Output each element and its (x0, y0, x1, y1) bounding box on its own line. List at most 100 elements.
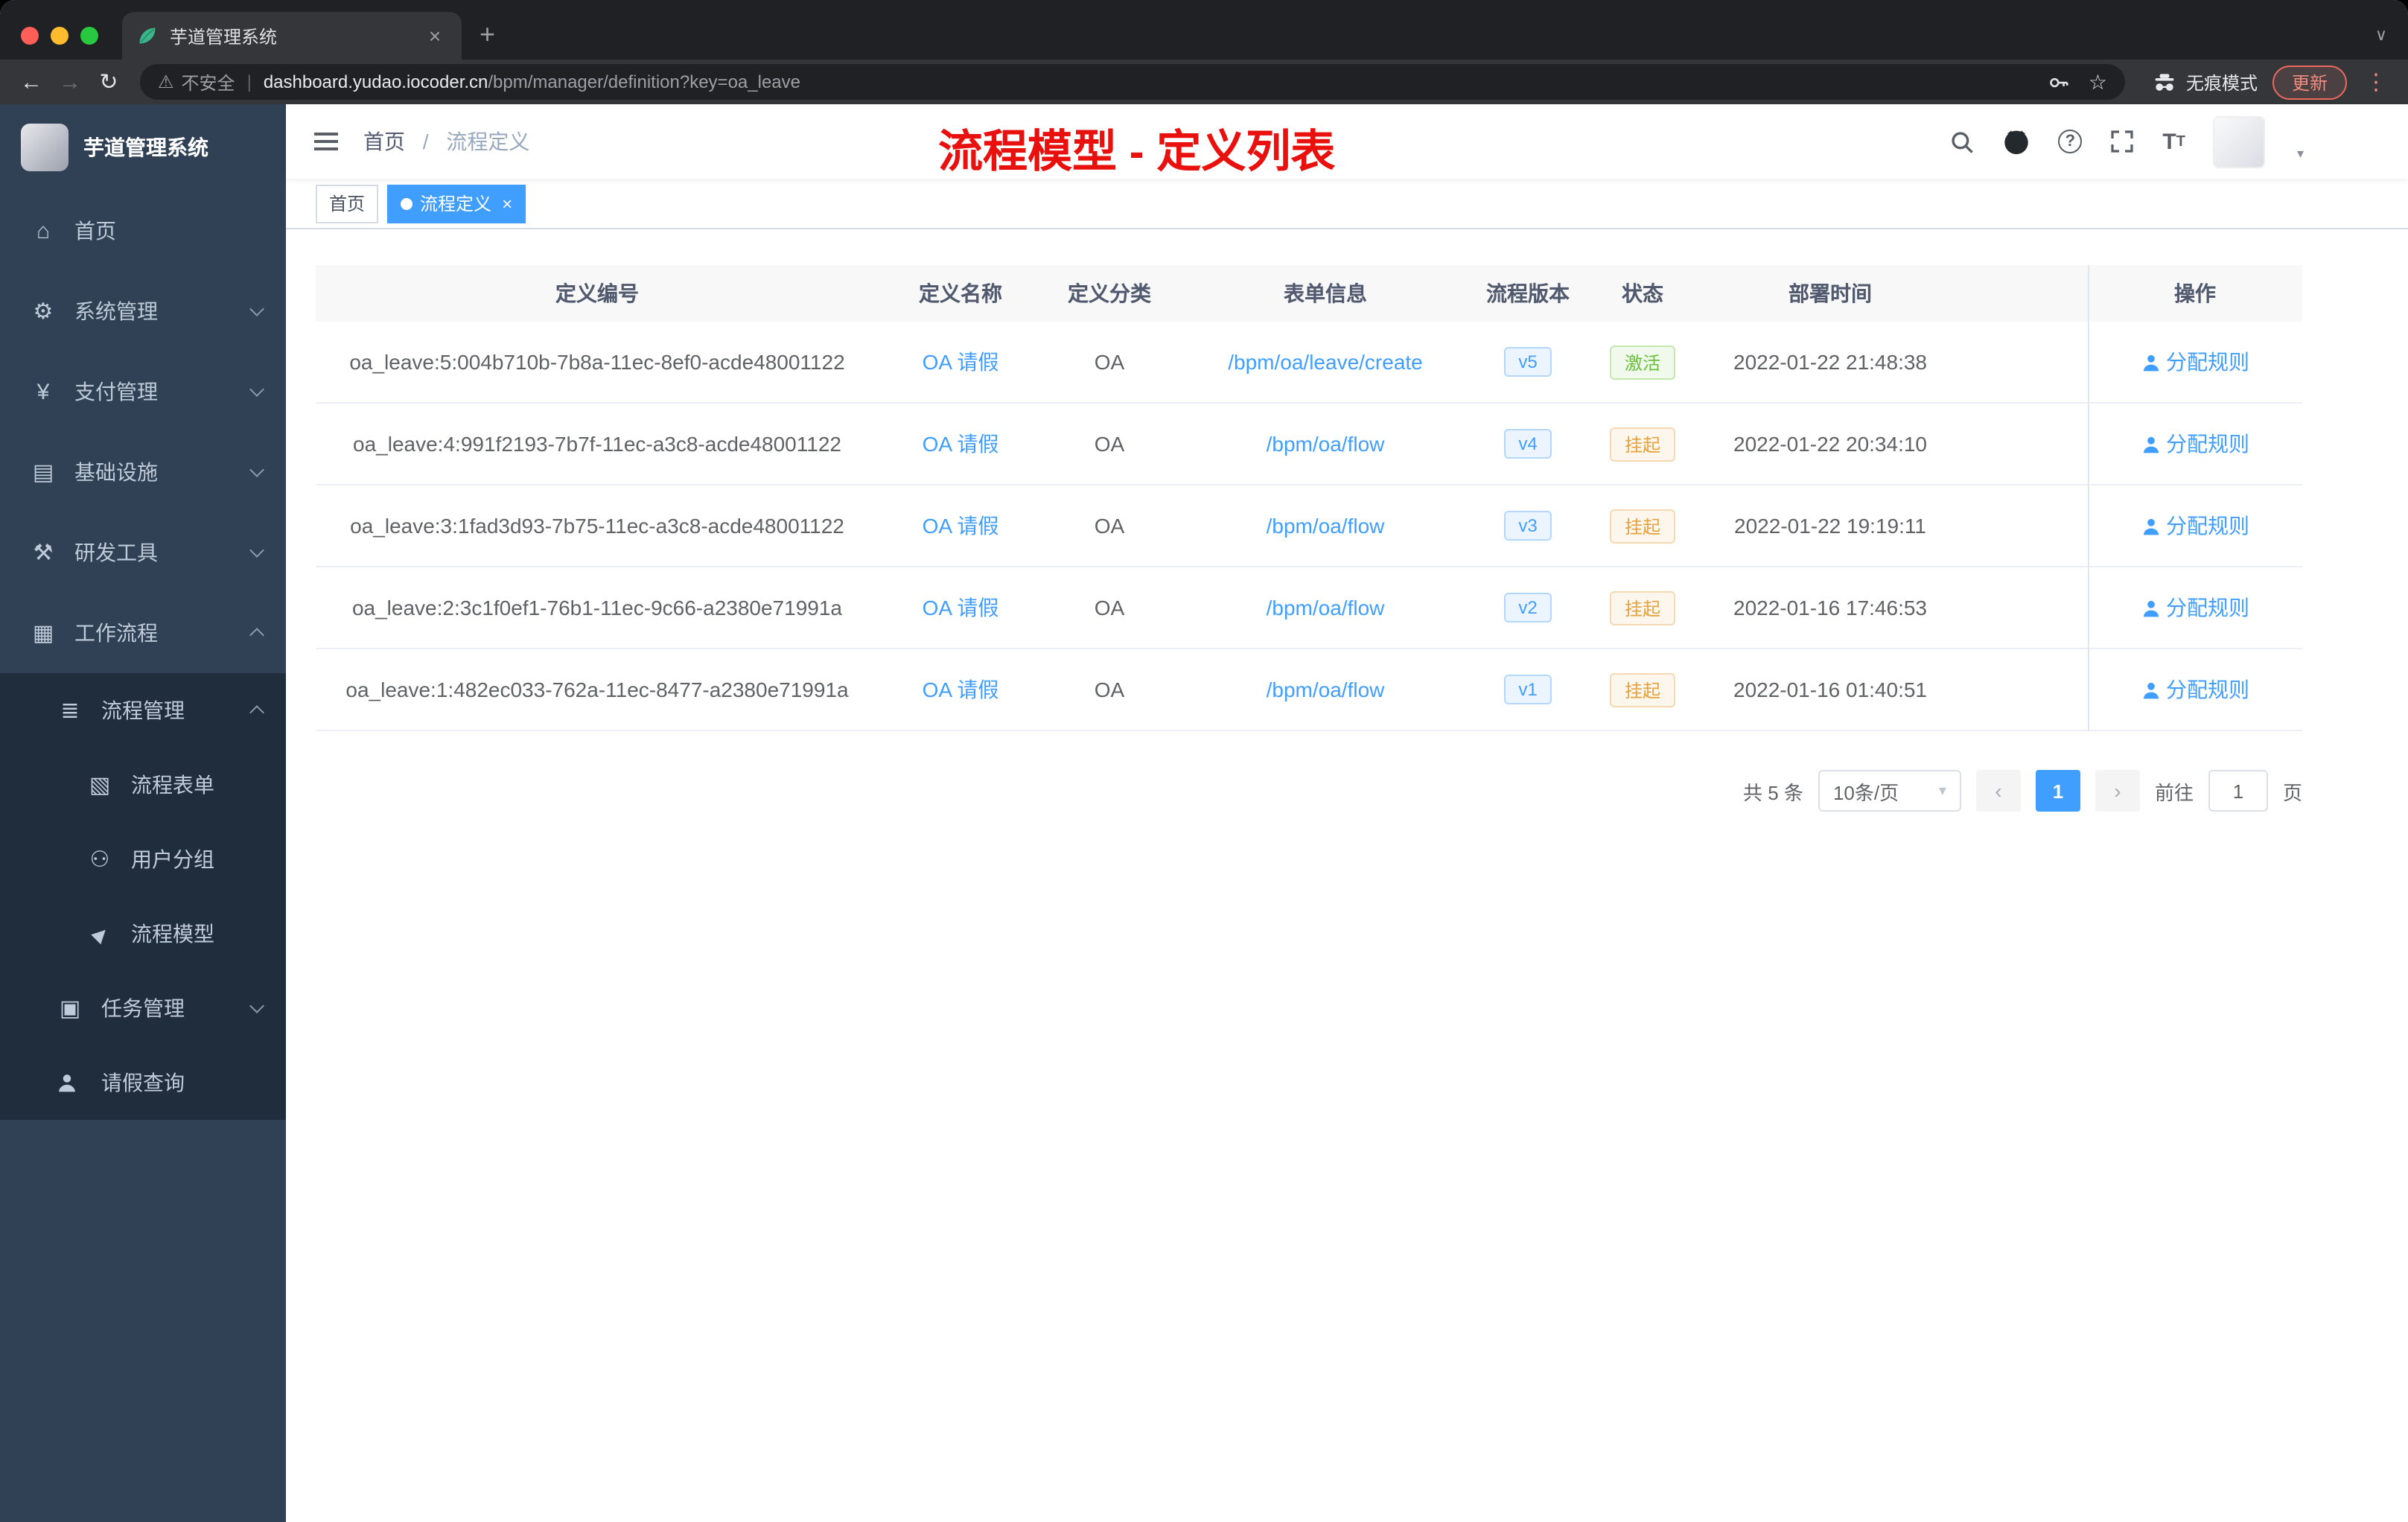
brand-avatar (21, 124, 69, 171)
github-icon[interactable] (2003, 128, 2030, 155)
cell-category: OA (1094, 350, 1125, 374)
chevron-down-icon (249, 462, 264, 477)
page-size-select[interactable]: 10条/页 ▾ (1818, 770, 1961, 812)
sidebar-item-leave-query[interactable]: 请假查询 (0, 1045, 286, 1120)
form-info-link[interactable]: /bpm/oa/flow (1267, 678, 1385, 701)
definition-name-link[interactable]: OA 请假 (923, 347, 999, 377)
incognito-label: 无痕模式 (2185, 72, 2258, 93)
annotation-text: 流程模型 - 定义列表 (938, 128, 1336, 177)
workflow-icon: ▦ (32, 621, 54, 646)
new-tab-button[interactable]: + (480, 19, 495, 51)
goto-label: 前往 (2154, 781, 2194, 803)
sidebar-item-process-model[interactable]: ▶ 流程模型 (0, 897, 286, 971)
user-avatar[interactable] (2213, 115, 2266, 168)
tag-process-definition[interactable]: 流程定义 × (387, 184, 526, 223)
cell-definition-id: oa_leave:2:3c1f0ef1-76b1-11ec-9c66-a2380… (351, 596, 842, 620)
sidebar-item-system[interactable]: ⚙ 系统管理 (0, 271, 286, 351)
cell-definition-id: oa_leave:4:991f2193-7b7f-11ec-a3c8-acde4… (353, 432, 841, 456)
app-header: 首页 / 流程定义 流程模型 - 定义列表 ? TT ▾ (286, 104, 2408, 179)
fullscreen-icon[interactable] (2110, 130, 2134, 153)
definition-name-link[interactable]: OA 请假 (923, 511, 999, 541)
url-host: dashboard.yudao.iocoder.cn (263, 71, 488, 92)
breadcrumb-home[interactable]: 首页 (363, 130, 405, 153)
cell-deploy-time: 2022-01-22 21:48:38 (1733, 350, 1927, 374)
search-icon[interactable] (1949, 129, 1975, 154)
breadcrumb: 首页 / 流程定义 (363, 130, 530, 153)
password-key-icon[interactable] (2048, 71, 2071, 93)
assign-rule-link[interactable]: 分配规则 (2141, 429, 2249, 459)
update-button[interactable]: 更新 (2272, 65, 2347, 99)
hamburger-icon[interactable] (313, 130, 340, 153)
col-operation: 操作 (2174, 281, 2216, 305)
assign-rule-link[interactable]: 分配规则 (2141, 675, 2249, 704)
sidebar-item-task-management[interactable]: ▣ 任务管理 (0, 971, 286, 1045)
next-page-button[interactable]: › (2095, 770, 2140, 812)
sidebar-item-home[interactable]: ⌂ 首页 (0, 191, 286, 271)
sidebar-item-process-form[interactable]: ▧ 流程表单 (0, 748, 286, 822)
cell-deploy-time: 2022-01-22 19:19:11 (1734, 514, 1926, 538)
assign-rule-link[interactable]: 分配规则 (2141, 511, 2249, 541)
form-info-link[interactable]: /bpm/oa/flow (1267, 432, 1385, 456)
back-button[interactable]: ← (12, 69, 51, 95)
url-path: /bpm/manager/definition?key=oa_leave (488, 71, 800, 92)
assign-rule-link[interactable]: 分配规则 (2141, 347, 2249, 377)
sidebar-item-infrastructure[interactable]: ▤ 基础设施 (0, 432, 286, 512)
form-info-link[interactable]: /bpm/oa/flow (1267, 514, 1385, 538)
yen-icon: ¥ (36, 379, 50, 404)
prev-page-button[interactable]: ‹ (1975, 770, 2021, 812)
definition-name-link[interactable]: OA 请假 (923, 675, 999, 704)
col-status: 状态 (1622, 281, 1663, 305)
tab-search-chevron-icon[interactable]: ∨ (2375, 25, 2387, 45)
version-badge: v2 (1503, 593, 1552, 623)
browser-tab[interactable]: 芋道管理系统 × (122, 12, 462, 60)
sidebar-item-payment[interactable]: ¥ 支付管理 (0, 351, 286, 432)
browser-menu-icon[interactable]: ⋮ (2356, 69, 2396, 95)
form-info-link[interactable]: /bpm/oa/leave/create (1228, 350, 1423, 374)
goto-page-input[interactable] (2208, 770, 2268, 812)
cell-definition-id: oa_leave:5:004b710b-7b8a-11ec-8ef0-acde4… (349, 350, 845, 374)
chevron-down-icon (249, 543, 264, 558)
paper-plane-icon: ▶ (87, 921, 112, 946)
col-definition-name: 定义名称 (919, 281, 1002, 305)
app-root: 芋道管理系统 ⌂ 首页 ⚙ 系统管理 ¥ 支付管理 ▤ 基础设施 ⚒ 研发工具 … (0, 104, 2408, 1522)
address-bar[interactable]: ⚠ 不安全 | dashboard.yudao.iocoder.cn /bpm/… (140, 64, 2125, 100)
list-icon: ≣ (60, 698, 80, 724)
status-badge: 激活 (1609, 345, 1675, 379)
brand: 芋道管理系统 (0, 104, 286, 191)
incognito-badge: 无痕模式 (2152, 69, 2258, 95)
sidebar-item-devtools[interactable]: ⚒ 研发工具 (0, 512, 286, 593)
breadcrumb-current: 流程定义 (446, 130, 530, 153)
col-process-version: 流程版本 (1486, 281, 1570, 305)
reload-button[interactable]: ↻ (89, 69, 128, 95)
bookmark-star-icon[interactable]: ☆ (2089, 69, 2107, 95)
version-badge: v4 (1503, 429, 1552, 459)
assign-rule-link[interactable]: 分配规则 (2141, 593, 2249, 623)
sidebar-item-user-group[interactable]: ⚇ 用户分组 (0, 822, 286, 897)
tag-close-icon[interactable]: × (502, 193, 512, 214)
tag-home[interactable]: 首页 (316, 184, 379, 223)
sidebar-item-workflow[interactable]: ▦ 工作流程 (0, 593, 286, 673)
chevron-down-icon (249, 302, 264, 316)
cell-category: OA (1094, 678, 1125, 701)
select-caret-icon: ▾ (1938, 783, 1946, 799)
avatar-caret-icon[interactable]: ▾ (2297, 145, 2304, 162)
close-window-button[interactable] (21, 27, 39, 45)
chevron-down-icon (249, 382, 264, 397)
font-size-icon[interactable]: TT (2162, 129, 2185, 154)
sidebar-item-process-management[interactable]: ≣ 流程管理 (0, 673, 286, 748)
tab-title: 芋道管理系统 (170, 26, 278, 47)
page-number-button[interactable]: 1 (2035, 770, 2080, 812)
form-info-link[interactable]: /bpm/oa/flow (1267, 596, 1385, 620)
col-definition-category: 定义分类 (1068, 281, 1151, 305)
zoom-window-button[interactable] (80, 27, 98, 45)
forward-button[interactable]: → (51, 69, 89, 95)
tab-close-icon[interactable]: × (423, 24, 447, 48)
chevron-down-icon (249, 999, 264, 1013)
help-icon[interactable]: ? (2058, 130, 2083, 153)
status-badge: 挂起 (1609, 509, 1675, 543)
minimize-window-button[interactable] (51, 27, 69, 45)
definition-name-link[interactable]: OA 请假 (923, 429, 999, 459)
cell-definition-id: oa_leave:3:1fad3d93-7b75-11ec-a3c8-acde4… (350, 514, 844, 538)
cell-deploy-time: 2022-01-16 17:46:53 (1733, 596, 1927, 620)
definition-name-link[interactable]: OA 请假 (923, 593, 999, 623)
